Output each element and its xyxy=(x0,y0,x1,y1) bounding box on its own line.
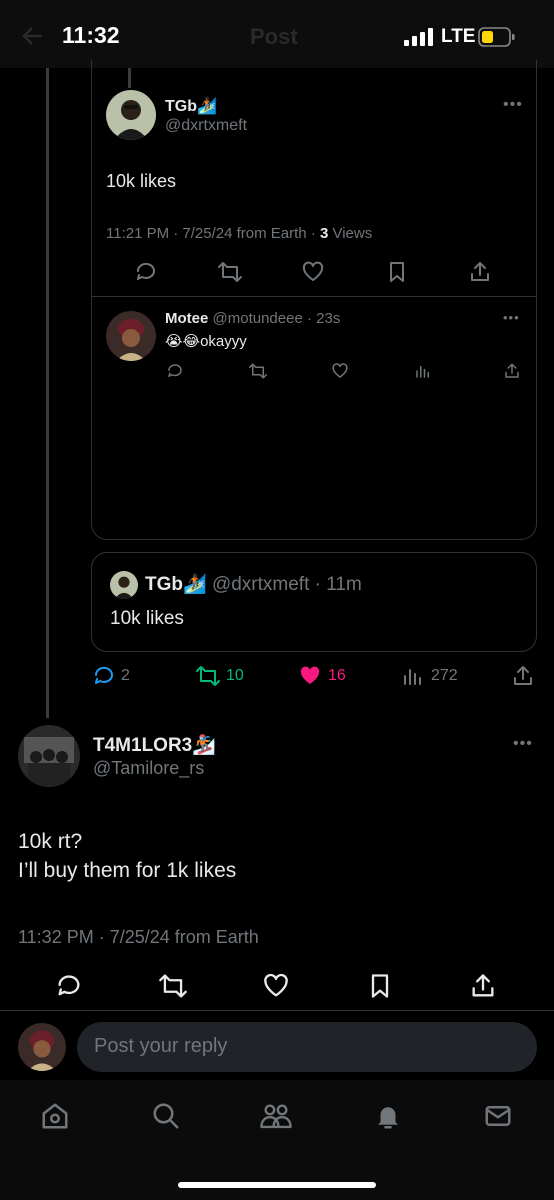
home-icon[interactable] xyxy=(40,1101,70,1131)
my-avatar[interactable] xyxy=(18,1023,66,1071)
views-count: 272 xyxy=(431,667,458,684)
like-icon[interactable] xyxy=(301,260,325,284)
quote-header[interactable]: TGb🏄🏿 @dxrtxmeft · 11m xyxy=(145,572,362,596)
quoted-post-card[interactable] xyxy=(91,60,537,540)
post-text-line: I’ll buy them for 1k likes xyxy=(18,859,237,883)
author-emoji: 🏄🏿 xyxy=(183,574,207,595)
status-time: 11:32 xyxy=(62,22,120,48)
communities-icon[interactable] xyxy=(259,1101,293,1131)
post-meta: 11:32 PM · 7/25/24 from Earth xyxy=(18,927,259,947)
battery-icon xyxy=(478,26,516,48)
messages-icon[interactable] xyxy=(483,1101,513,1131)
author-handle: @dxrtxmeft xyxy=(211,574,310,595)
views-icon[interactable] xyxy=(401,664,425,688)
author-handle: @motundeee xyxy=(212,310,303,327)
post-text: 10k likes xyxy=(106,171,177,191)
share-icon[interactable] xyxy=(469,972,497,1000)
avatar[interactable] xyxy=(106,311,156,361)
home-indicator xyxy=(178,1182,376,1188)
more-options-icon[interactable]: ••• xyxy=(513,735,533,753)
reply-header[interactable]: Motee @motundeee · 23s xyxy=(165,310,340,327)
repost-icon[interactable] xyxy=(217,260,243,284)
author-name: Motee xyxy=(165,310,209,327)
reply-icon[interactable] xyxy=(92,664,116,688)
reply-time: · 23s xyxy=(306,310,341,327)
author-handle[interactable]: @Tamilore_rs xyxy=(93,758,204,779)
avatar[interactable] xyxy=(18,725,80,787)
divider xyxy=(92,296,536,297)
like-icon[interactable] xyxy=(331,362,349,380)
reply-placeholder: Post your reply xyxy=(94,1035,228,1057)
like-icon[interactable] xyxy=(298,664,322,688)
thread-line xyxy=(46,68,49,718)
bookmark-icon[interactable] xyxy=(385,260,409,284)
author-emoji: 🏂🏿 xyxy=(192,735,216,756)
like-count: 16 xyxy=(328,667,346,684)
reply-count: 2 xyxy=(121,667,130,684)
reply-icon[interactable] xyxy=(134,260,158,284)
views-label: Views xyxy=(328,225,373,242)
author-name: TGb xyxy=(145,574,183,595)
search-icon[interactable] xyxy=(151,1101,181,1131)
reply-input[interactable]: Post your reply xyxy=(77,1022,537,1072)
reply-text: 😭😂okayyy xyxy=(165,332,247,350)
avatar[interactable] xyxy=(106,90,156,140)
header-title: Post xyxy=(250,24,298,49)
reply-text-body: okayyy xyxy=(200,333,247,350)
quote-text: 10k likes xyxy=(110,608,184,629)
avatar[interactable] xyxy=(110,571,138,599)
network-label: LTE xyxy=(441,26,476,47)
post-timestamp: 11:21 PM · 7/25/24 from Earth · xyxy=(106,225,320,242)
share-icon[interactable] xyxy=(468,260,492,284)
author-name-text: T4M1LOR3 xyxy=(93,735,193,756)
like-icon[interactable] xyxy=(262,972,290,1000)
share-icon[interactable] xyxy=(503,362,521,380)
post-meta: 11:21 PM · 7/25/24 from Earth · 3 Views xyxy=(106,225,372,242)
author-emoji: 🏄🏿 xyxy=(197,98,217,115)
author-handle[interactable]: @dxrtxmeft xyxy=(165,117,247,135)
quote-time: · 11m xyxy=(314,574,362,595)
reply-icon[interactable] xyxy=(166,362,184,380)
reply-emojis: 😭😂 xyxy=(165,333,201,350)
repost-icon[interactable] xyxy=(158,972,188,1000)
post-text-line: 10k rt? xyxy=(18,830,83,853)
notifications-icon[interactable] xyxy=(373,1101,403,1131)
author-name-text: TGb xyxy=(165,98,197,115)
back-arrow-icon[interactable] xyxy=(22,26,44,46)
repost-icon[interactable] xyxy=(248,362,268,380)
author-name[interactable]: TGb🏄🏿 xyxy=(165,96,217,116)
more-options-icon[interactable]: ••• xyxy=(503,310,520,325)
more-options-icon[interactable]: ••• xyxy=(503,96,523,114)
divider xyxy=(0,1010,554,1011)
share-icon[interactable] xyxy=(511,664,535,688)
reply-icon[interactable] xyxy=(55,972,83,1000)
quote-card[interactable] xyxy=(91,552,537,652)
author-name[interactable]: T4M1LOR3🏂🏿 xyxy=(93,733,216,757)
bookmark-icon[interactable] xyxy=(366,972,394,1000)
repost-icon[interactable] xyxy=(195,664,221,688)
post-text: 10k rt? I’ll buy them for 1k likes xyxy=(18,827,236,886)
signal-icon xyxy=(404,28,434,46)
repost-count: 10 xyxy=(226,667,244,684)
views-icon[interactable] xyxy=(414,362,432,380)
